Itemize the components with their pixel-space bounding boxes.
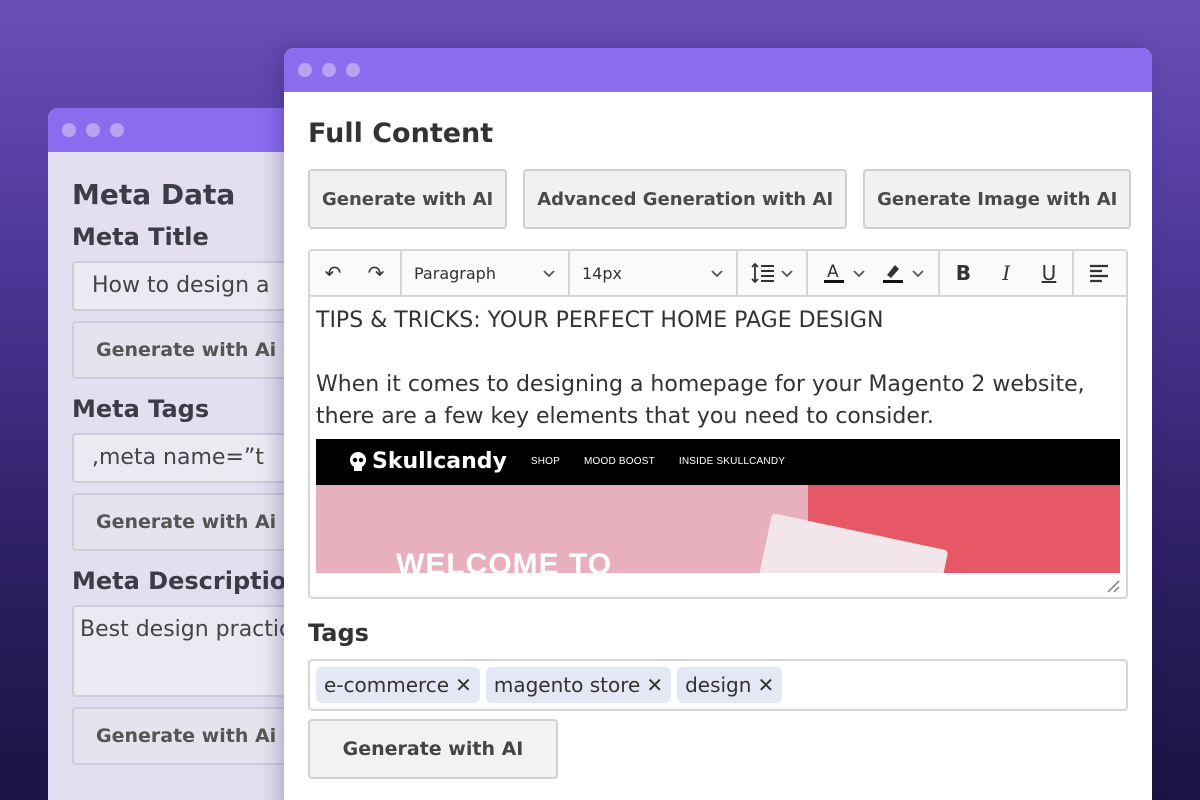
font-size-value: 14px	[582, 263, 622, 283]
underline-button[interactable]: U	[1042, 251, 1057, 295]
bold-button[interactable]: B	[956, 251, 971, 295]
tag-chip: e-commerce ✕	[316, 667, 480, 703]
image-nav-item: INSIDE SKULLCANDY	[678, 456, 786, 467]
content-paragraph-line: there are a few key elements that you ne…	[316, 404, 934, 429]
close-icon[interactable]: ✕	[455, 673, 472, 697]
tag-label: e-commerce	[324, 673, 450, 697]
tags-label: Tags	[308, 619, 369, 647]
brand-logo: Skullcandy	[348, 446, 507, 478]
generate-tags-button[interactable]: Generate with AI	[308, 719, 558, 779]
highlighter-icon	[882, 265, 903, 283]
align-left-icon[interactable]	[1088, 263, 1110, 283]
chevron-down-icon	[852, 270, 865, 278]
content-heading-line: TIPS & TRICKS: YOUR PERFECT HOME PAGE DE…	[316, 308, 884, 333]
redo-icon[interactable]: ↷	[356, 251, 396, 295]
window-dot[interactable]	[298, 63, 312, 77]
font-size-select[interactable]: 14px	[570, 251, 738, 295]
font-color-button[interactable]: A	[822, 251, 866, 295]
ai-actions-row: Generate with AI Advanced Generation wit…	[308, 169, 1132, 229]
undo-icon[interactable]: ↶	[310, 251, 356, 295]
editor-toolbar: ↶ ↷ Paragraph 14px A B I U	[310, 251, 1126, 297]
full-content-heading: Full Content	[308, 118, 494, 149]
brand-name: Skullcandy	[372, 449, 507, 474]
line-height-select[interactable]	[738, 251, 808, 295]
tag-label: magento store	[493, 673, 641, 697]
generate-image-button[interactable]: Generate Image with AI	[863, 169, 1132, 229]
close-icon[interactable]: ✕	[646, 673, 663, 697]
window-dot[interactable]	[322, 63, 336, 77]
image-nav-item: MOOD BOOST	[584, 456, 655, 467]
tag-label: design	[685, 673, 752, 697]
skull-icon	[350, 452, 366, 471]
resize-grip-icon[interactable]	[1104, 577, 1120, 593]
image-nav-item: SHOP	[530, 456, 560, 467]
close-icon[interactable]: ✕	[757, 673, 774, 697]
content-window-titlebar	[284, 48, 1152, 92]
chevron-down-icon	[781, 270, 793, 278]
tag-chip: magento store ✕	[485, 667, 672, 703]
block-format-value: Paragraph	[414, 263, 496, 283]
window-dot[interactable]	[62, 123, 76, 137]
tags-input[interactable]: e-commerce ✕ magento store ✕ design ✕	[308, 659, 1128, 711]
chevron-down-icon	[543, 270, 555, 278]
advanced-generation-button[interactable]: Advanced Generation with AI	[523, 169, 848, 229]
highlight-color-button[interactable]	[881, 251, 925, 295]
chevron-down-icon	[911, 270, 924, 278]
editor-content-area[interactable]: TIPS & TRICKS: YOUR PERFECT HOME PAGE DE…	[310, 297, 1126, 597]
svg-text:A: A	[827, 262, 839, 282]
rich-text-editor: ↶ ↷ Paragraph 14px A B I U TIPS & TRICKS…	[308, 249, 1128, 599]
generate-with-ai-button[interactable]: Generate with AI	[308, 169, 508, 229]
image-nav-bar: Skullcandy SHOP MOOD BOOST INSIDE SKULLC…	[316, 439, 1120, 485]
chevron-down-icon	[711, 270, 723, 278]
italic-button[interactable]: I	[1002, 251, 1010, 295]
full-content-window: Full Content Generate with AI Advanced G…	[284, 48, 1152, 800]
hero-welcome-text: WELCOME TO	[396, 548, 613, 574]
image-hero: WELCOME TO	[316, 485, 1120, 573]
block-format-select[interactable]: Paragraph	[402, 251, 570, 295]
window-dot[interactable]	[110, 123, 124, 137]
embedded-website-image[interactable]: Skullcandy SHOP MOOD BOOST INSIDE SKULLC…	[316, 439, 1120, 573]
window-dot[interactable]	[86, 123, 100, 137]
content-paragraph-line: When it comes to designing a homepage fo…	[316, 372, 1085, 397]
line-height-icon	[751, 262, 774, 284]
font-color-icon: A	[823, 262, 844, 283]
window-dot[interactable]	[346, 63, 360, 77]
tag-chip: design ✕	[677, 667, 783, 703]
